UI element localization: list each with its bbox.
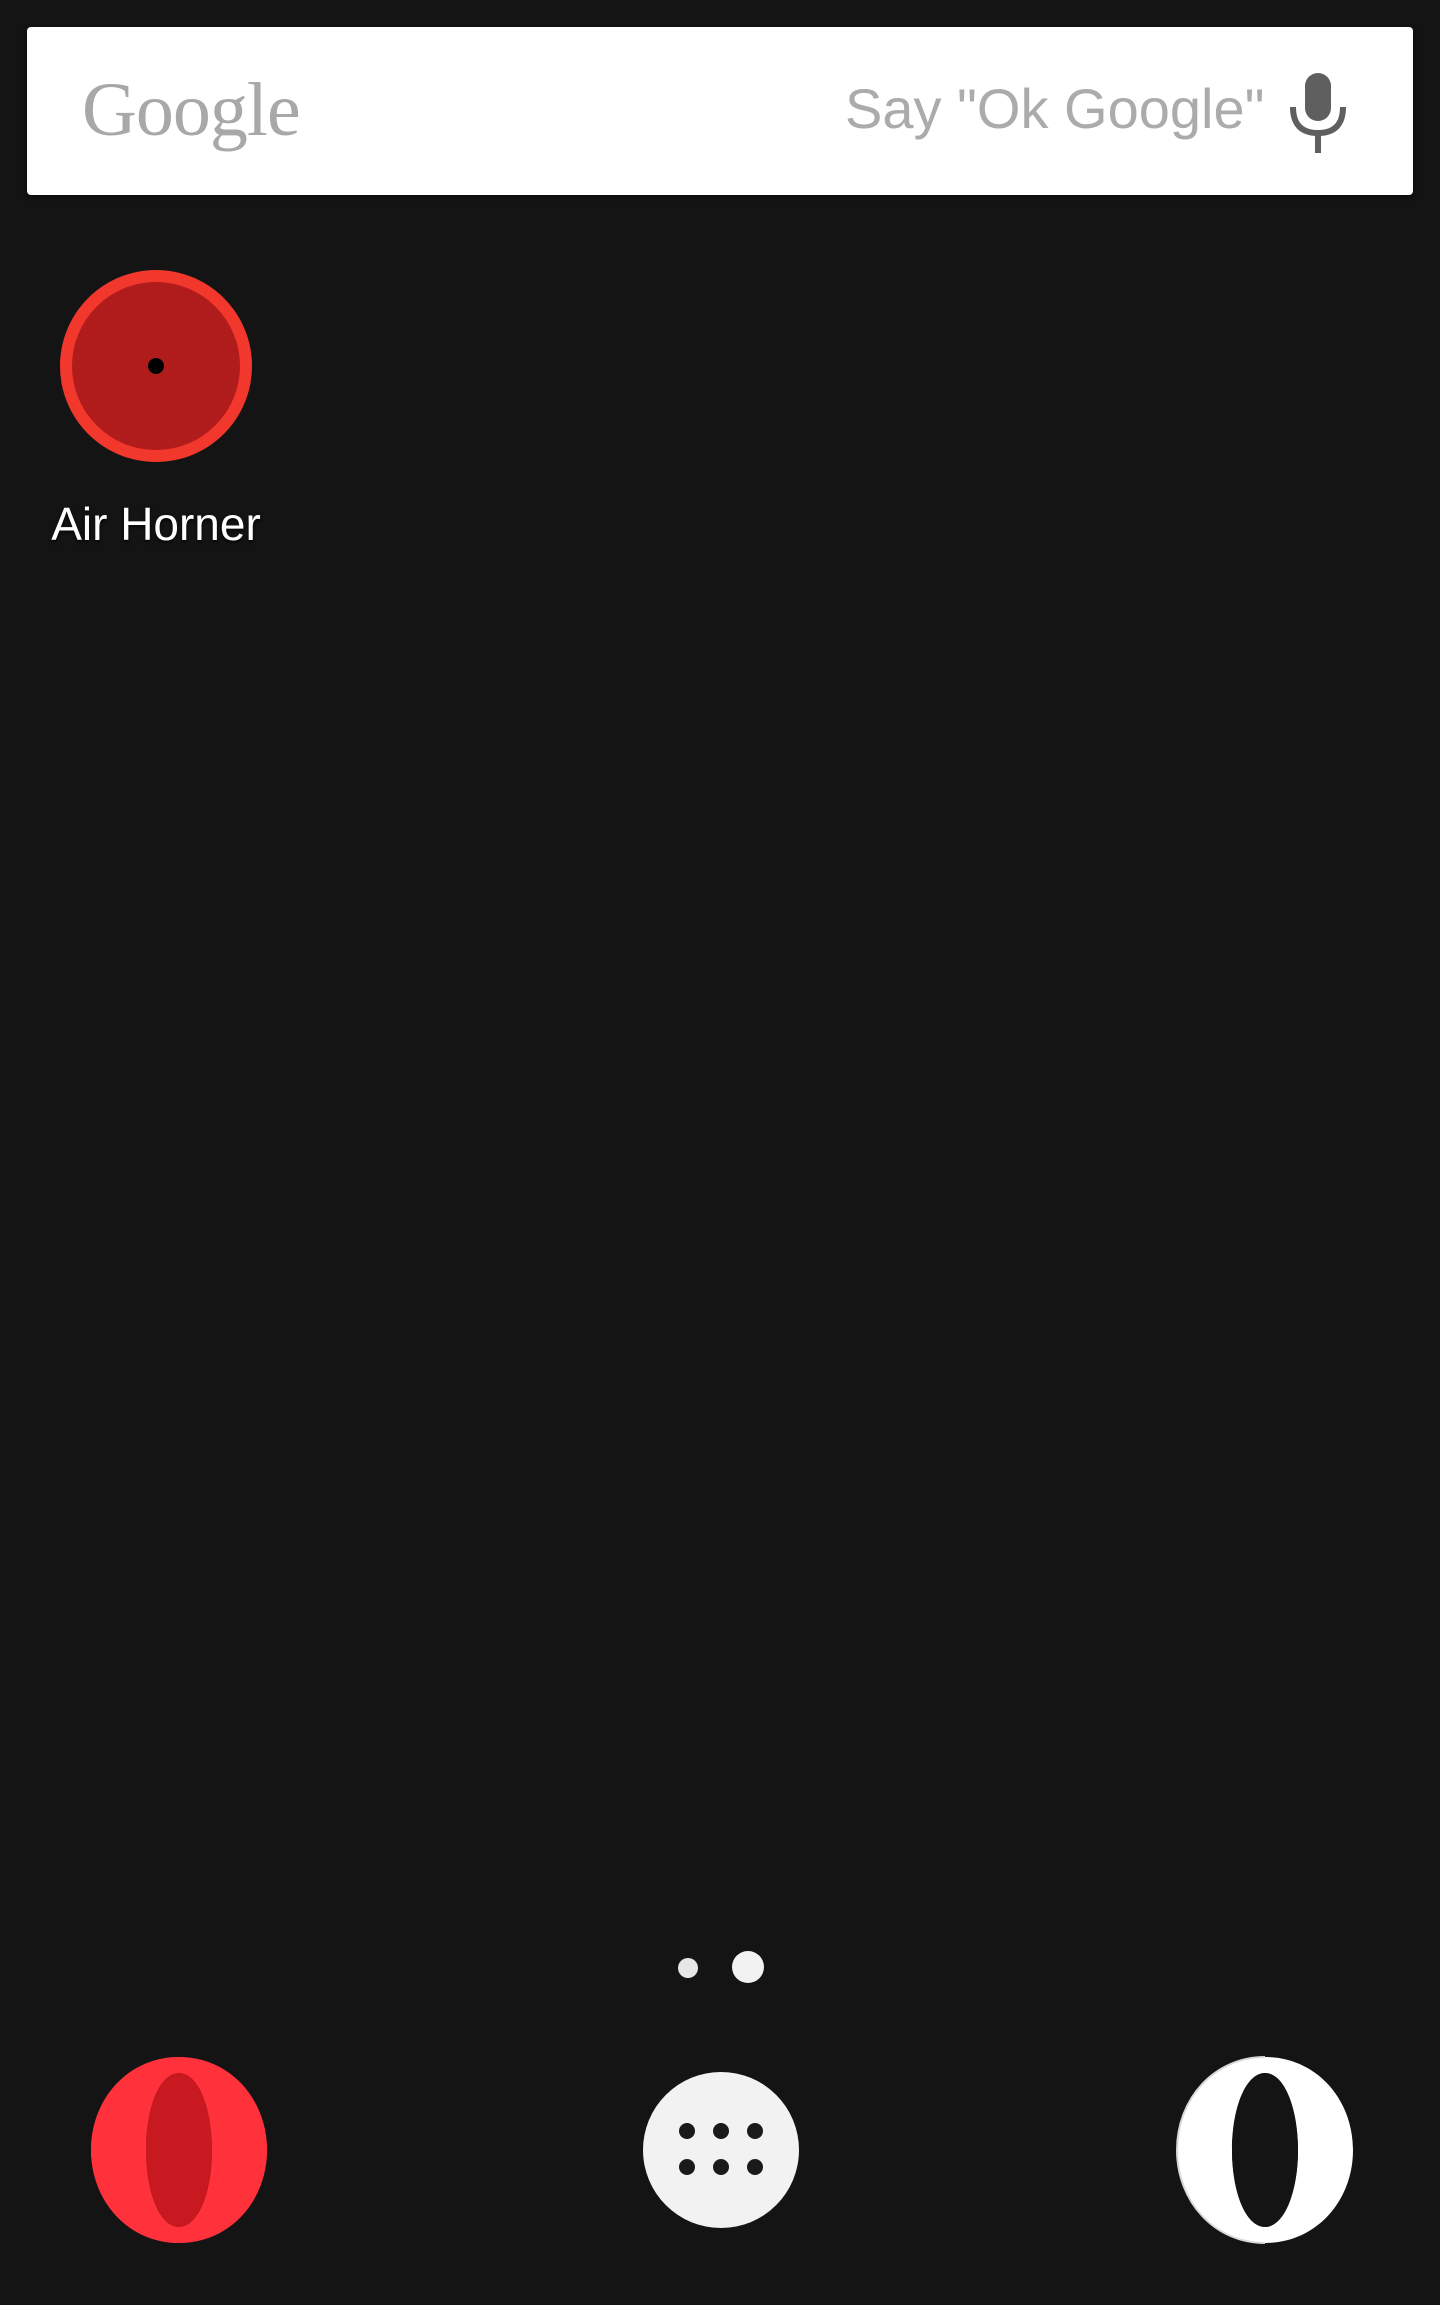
page-dot-1[interactable] <box>678 1958 698 1978</box>
google-search-bar[interactable]: Google Say "Ok Google" <box>27 27 1413 195</box>
page-dot-2-active[interactable] <box>732 1951 764 1983</box>
google-logo: Google <box>82 68 301 152</box>
air-horner-icon[interactable] <box>56 266 256 466</box>
search-hint: Say "Ok Google" <box>845 77 1265 140</box>
app-drawer-icon[interactable] <box>642 2071 800 2229</box>
page-indicator <box>678 1950 778 1986</box>
app-label-air-horner[interactable]: Air Horner <box>20 497 292 551</box>
opera-red-icon[interactable] <box>88 2055 270 2245</box>
microphone-icon[interactable] <box>1285 73 1351 153</box>
opera-white-icon[interactable] <box>1174 2055 1356 2245</box>
